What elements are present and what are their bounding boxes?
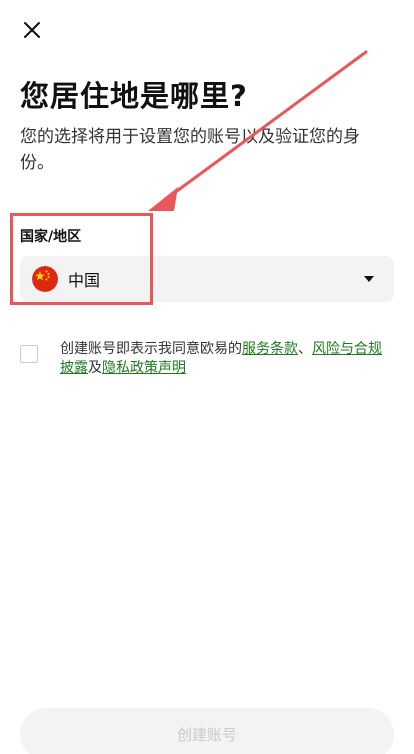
country-select-value: 中国 — [68, 271, 101, 290]
china-flag-icon — [32, 266, 58, 292]
close-button[interactable] — [14, 12, 50, 48]
agreement-prefix: 创建账号即表示我同意欧易的 — [60, 341, 242, 357]
agreement-checkbox[interactable] — [20, 345, 38, 363]
create-account-page: 您居住地是哪里? 您的选择将用于设置您的账号以及验证您的身份。 国家/地区 中国… — [0, 0, 414, 754]
privacy-policy-link[interactable]: 隐私政策声明 — [102, 360, 186, 376]
country-select[interactable]: 中国 — [20, 256, 394, 302]
page-title: 您居住地是哪里? — [20, 79, 248, 113]
agreement-row: 创建账号即表示我同意欧易的服务条款、风险与合规披露及隐私政策声明 — [20, 340, 394, 378]
terms-of-service-link[interactable]: 服务条款 — [242, 341, 298, 357]
agreement-separator-1: 、 — [298, 341, 312, 357]
agreement-separator-2: 及 — [88, 360, 102, 376]
country-field-label: 国家/地区 — [20, 229, 82, 245]
agreement-text: 创建账号即表示我同意欧易的服务条款、风险与合规披露及隐私政策声明 — [60, 340, 394, 378]
close-icon — [24, 22, 40, 38]
create-account-button[interactable]: 创建账号 — [20, 708, 394, 754]
caret-down-icon — [364, 276, 374, 282]
page-subtitle: 您的选择将用于设置您的账号以及验证您的身份。 — [20, 127, 360, 173]
